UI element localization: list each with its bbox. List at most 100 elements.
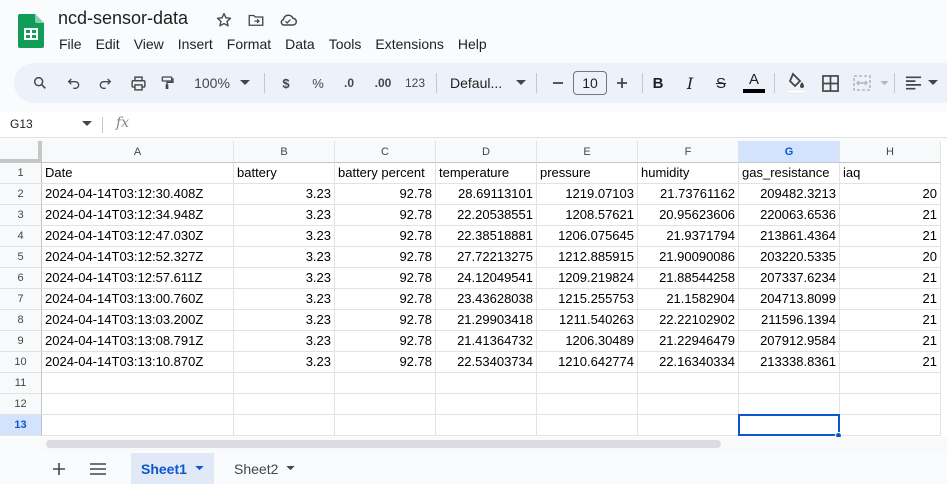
row-header-10[interactable]: 10 xyxy=(0,352,42,373)
cell-f4[interactable]: 21.9371794 xyxy=(638,226,739,247)
cell-a9[interactable]: 2024-04-14T03:13:08.791Z xyxy=(42,331,234,352)
cell-f2[interactable]: 21.73761162 xyxy=(638,184,739,205)
name-box[interactable]: G13 xyxy=(10,117,33,131)
sheet-tab-dropdown-icon[interactable] xyxy=(195,466,204,471)
menu-format[interactable]: Format xyxy=(220,35,278,53)
cell-d9[interactable]: 21.41364732 xyxy=(436,331,537,352)
cell-c11[interactable] xyxy=(335,373,436,394)
strikethrough-button[interactable]: S xyxy=(711,63,731,103)
zoom-value[interactable]: 100% xyxy=(190,63,234,103)
paint-format-icon[interactable] xyxy=(155,63,179,103)
row-header-12[interactable]: 12 xyxy=(0,394,42,415)
row-header-2[interactable]: 2 xyxy=(0,184,42,205)
cell-d13[interactable] xyxy=(436,415,537,436)
header-cell[interactable]: iaq xyxy=(840,163,941,184)
spreadsheet-grid[interactable]: A B C D E F G H 1 2 3 4 5 6 7 8 9 10 11 12 13 Date battery batt… xyxy=(0,141,947,437)
cell-f11[interactable] xyxy=(638,373,739,394)
cell-b5[interactable]: 3.23 xyxy=(234,247,335,268)
cell-a8[interactable]: 2024-04-14T03:13:03.200Z xyxy=(42,310,234,331)
cell-c13[interactable] xyxy=(335,415,436,436)
cell-a10[interactable]: 2024-04-14T03:13:10.870Z xyxy=(42,352,234,373)
cell-f7[interactable]: 21.1582904 xyxy=(638,289,739,310)
cell-g6[interactable]: 207337.6234 xyxy=(739,268,840,289)
column-header-g[interactable]: G xyxy=(739,141,840,163)
column-header-a[interactable]: A xyxy=(42,141,234,163)
increase-decimal-button[interactable]: .00 xyxy=(370,63,396,103)
cell-h13[interactable] xyxy=(840,415,941,436)
cell-a13[interactable] xyxy=(42,415,234,436)
align-dropdown-icon[interactable] xyxy=(926,63,940,103)
cell-g3[interactable]: 220063.6536 xyxy=(739,205,840,226)
header-cell[interactable]: temperature xyxy=(436,163,537,184)
cell-a5[interactable]: 2024-04-14T03:12:52.327Z xyxy=(42,247,234,268)
cell-d5[interactable]: 27.72213275 xyxy=(436,247,537,268)
cell-c3[interactable]: 92.78 xyxy=(335,205,436,226)
cell-g8[interactable]: 211596.1394 xyxy=(739,310,840,331)
horizontal-align-icon[interactable] xyxy=(902,63,924,103)
all-sheets-icon[interactable] xyxy=(88,459,108,479)
cell-f8[interactable]: 22.22102902 xyxy=(638,310,739,331)
cell-e6[interactable]: 1209.219824 xyxy=(537,268,638,289)
zoom-dropdown-icon[interactable] xyxy=(238,63,252,103)
cell-d6[interactable]: 24.12049541 xyxy=(436,268,537,289)
cell-b13[interactable] xyxy=(234,415,335,436)
cell-c8[interactable]: 92.78 xyxy=(335,310,436,331)
cell-e2[interactable]: 1219.07103 xyxy=(537,184,638,205)
formula-input[interactable] xyxy=(140,117,930,133)
currency-format-button[interactable]: $ xyxy=(276,63,296,103)
increase-font-size-icon[interactable] xyxy=(610,63,634,103)
cell-f13[interactable] xyxy=(638,415,739,436)
undo-icon[interactable] xyxy=(62,63,86,103)
cell-f12[interactable] xyxy=(638,394,739,415)
cell-g9[interactable]: 207912.9584 xyxy=(739,331,840,352)
sheet-tab-dropdown-icon[interactable] xyxy=(286,466,296,471)
font-family-select[interactable]: Defaul... xyxy=(446,63,520,103)
cell-g11[interactable] xyxy=(739,373,840,394)
cell-h4[interactable]: 21 xyxy=(840,226,941,247)
cell-f5[interactable]: 21.90090086 xyxy=(638,247,739,268)
text-color-button[interactable]: A xyxy=(742,63,766,103)
cell-g4[interactable]: 213861.4364 xyxy=(739,226,840,247)
cell-h11[interactable] xyxy=(840,373,941,394)
cell-b4[interactable]: 3.23 xyxy=(234,226,335,247)
search-menus-icon[interactable] xyxy=(28,63,52,103)
cell-a2[interactable]: 2024-04-14T03:12:30.408Z xyxy=(42,184,234,205)
sheets-logo-icon[interactable] xyxy=(18,14,44,48)
menu-extensions[interactable]: Extensions xyxy=(368,35,450,53)
sheet-tab-sheet1[interactable]: Sheet1 xyxy=(131,453,214,484)
cell-b12[interactable] xyxy=(234,394,335,415)
cell-e4[interactable]: 1206.075645 xyxy=(537,226,638,247)
redo-icon[interactable] xyxy=(93,63,117,103)
italic-button[interactable]: I xyxy=(680,63,700,103)
cell-b7[interactable]: 3.23 xyxy=(234,289,335,310)
cell-h9[interactable]: 21 xyxy=(840,331,941,352)
header-cell[interactable]: gas_resistance xyxy=(739,163,840,184)
row-header-11[interactable]: 11 xyxy=(0,373,42,394)
decrease-decimal-button[interactable]: .0 xyxy=(338,63,360,103)
row-header-1[interactable]: 1 xyxy=(0,163,42,184)
cell-b9[interactable]: 3.23 xyxy=(234,331,335,352)
menu-edit[interactable]: Edit xyxy=(89,35,127,53)
cell-b2[interactable]: 3.23 xyxy=(234,184,335,205)
cell-e13[interactable] xyxy=(537,415,638,436)
borders-icon[interactable] xyxy=(818,63,842,103)
cell-e10[interactable]: 1210.642774 xyxy=(537,352,638,373)
cell-c10[interactable]: 92.78 xyxy=(335,352,436,373)
cell-d11[interactable] xyxy=(436,373,537,394)
move-to-folder-icon[interactable] xyxy=(246,10,266,30)
font-dropdown-icon[interactable] xyxy=(514,63,528,103)
cell-c2[interactable]: 92.78 xyxy=(335,184,436,205)
cell-g12[interactable] xyxy=(739,394,840,415)
cloud-status-icon[interactable] xyxy=(278,10,298,30)
percent-format-button[interactable]: % xyxy=(308,63,328,103)
menu-insert[interactable]: Insert xyxy=(171,35,220,53)
cell-c5[interactable]: 92.78 xyxy=(335,247,436,268)
cell-b6[interactable]: 3.23 xyxy=(234,268,335,289)
cell-a12[interactable] xyxy=(42,394,234,415)
cell-h5[interactable]: 20 xyxy=(840,247,941,268)
cell-h7[interactable]: 21 xyxy=(840,289,941,310)
cell-d12[interactable] xyxy=(436,394,537,415)
cell-c4[interactable]: 92.78 xyxy=(335,226,436,247)
document-title[interactable]: ncd-sensor-data xyxy=(58,8,188,29)
cell-g5[interactable]: 203220.5335 xyxy=(739,247,840,268)
